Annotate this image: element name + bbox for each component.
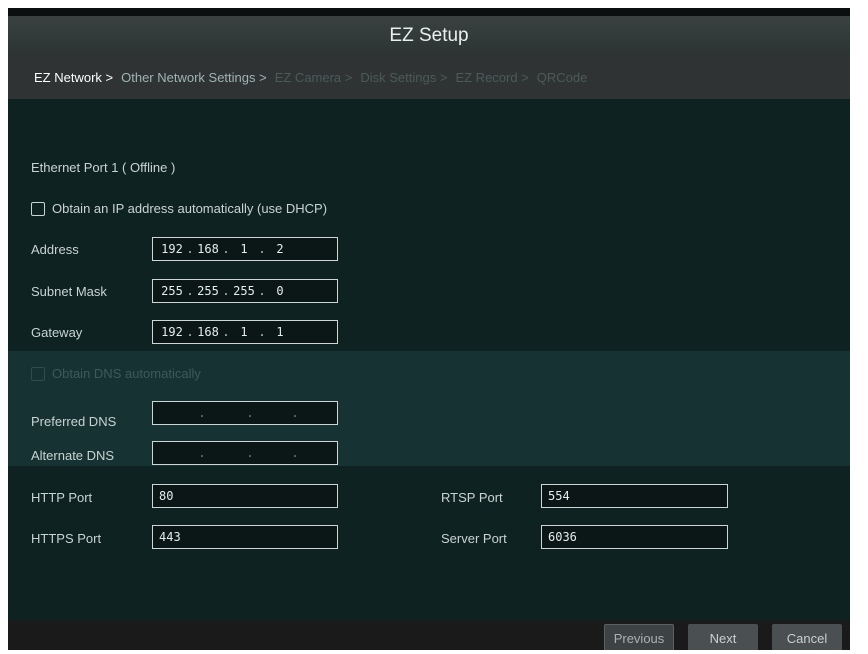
preferred-dns-label: Preferred DNS (31, 414, 117, 429)
ip-dot: . (186, 242, 194, 256)
ip-dot: . (258, 242, 266, 256)
dns-auto-checkbox (31, 367, 45, 381)
dhcp-label[interactable]: Obtain an IP address automatically (use … (52, 201, 327, 216)
http-port-input[interactable]: 80 (152, 484, 338, 508)
ip-dot: . (186, 284, 194, 298)
ez-setup-window: EZ Setup EZ Network > Other Network Sett… (8, 8, 850, 650)
server-port-input[interactable]: 6036 (541, 525, 728, 549)
rtsp-port-input[interactable]: 554 (541, 484, 728, 508)
rtsp-port-label: RTSP Port (441, 490, 503, 505)
subnet-mask-label: Subnet Mask (31, 284, 107, 299)
gateway-octet-2: 168 (197, 325, 219, 339)
address-label: Address (31, 242, 79, 257)
subnet-octet-4: 0 (276, 284, 284, 298)
gateway-octet-1: 192 (161, 325, 183, 339)
ip-dot: . (258, 284, 266, 298)
gateway-ip-input[interactable]: 192 . 168 . 1 . 1 (152, 320, 338, 344)
ip-dot: . (222, 284, 230, 298)
subnet-octet-2: 255 (197, 284, 219, 298)
footer-bar: Previous Next Cancel (8, 620, 850, 650)
http-port-label: HTTP Port (31, 490, 93, 505)
ethernet-port-label: Ethernet Port 1 ( Offline ) (31, 160, 176, 175)
breadcrumb-ez-network[interactable]: EZ Network > (34, 70, 113, 85)
ip-dot: . (291, 446, 299, 460)
breadcrumb-qrcode: QRCode (536, 70, 588, 85)
ip-dot: . (186, 325, 194, 339)
gateway-octet-3: 1 (240, 325, 248, 339)
alternate-dns-input[interactable]: . . . (152, 441, 338, 465)
ip-dot: . (198, 446, 206, 460)
address-octet-3: 1 (240, 242, 248, 256)
network-settings-panel: Ethernet Port 1 ( Offline ) Obtain an IP… (8, 99, 850, 620)
breadcrumb-disk-settings: Disk Settings > (360, 70, 448, 85)
ip-dot: . (291, 406, 299, 420)
ip-dot: . (246, 446, 254, 460)
https-port-input[interactable]: 443 (152, 525, 338, 549)
address-octet-1: 192 (161, 242, 183, 256)
dns-auto-label: Obtain DNS automatically (52, 366, 201, 381)
preferred-dns-input[interactable]: . . . (152, 401, 338, 425)
subnet-mask-ip-input[interactable]: 255 . 255 . 255 . 0 (152, 279, 338, 303)
cancel-button[interactable]: Cancel (772, 624, 842, 650)
server-port-label: Server Port (441, 531, 507, 546)
address-octet-2: 168 (197, 242, 219, 256)
ip-dot: . (222, 242, 230, 256)
window-title: EZ Setup (389, 25, 469, 46)
breadcrumb-ez-record: EZ Record > (455, 70, 529, 85)
ip-dot: . (222, 325, 230, 339)
top-strip (8, 8, 850, 16)
ip-dot: . (198, 406, 206, 420)
subnet-octet-1: 255 (161, 284, 183, 298)
breadcrumb-ez-camera: EZ Camera > (274, 70, 353, 85)
dhcp-checkbox[interactable] (31, 202, 45, 216)
breadcrumb-other-network-settings[interactable]: Other Network Settings > (121, 70, 267, 85)
ip-dot: . (246, 406, 254, 420)
previous-button[interactable]: Previous (604, 624, 674, 650)
title-bar: EZ Setup (8, 16, 850, 56)
ip-dot: . (258, 325, 266, 339)
address-octet-4: 2 (276, 242, 284, 256)
subnet-octet-3: 255 (233, 284, 255, 298)
gateway-label: Gateway (31, 325, 83, 340)
next-button[interactable]: Next (688, 624, 758, 650)
breadcrumb: EZ Network > Other Network Settings > EZ… (8, 56, 850, 99)
gateway-octet-4: 1 (276, 325, 284, 339)
https-port-label: HTTPS Port (31, 531, 102, 546)
address-ip-input[interactable]: 192 . 168 . 1 . 2 (152, 237, 338, 261)
alternate-dns-label: Alternate DNS (31, 448, 115, 463)
